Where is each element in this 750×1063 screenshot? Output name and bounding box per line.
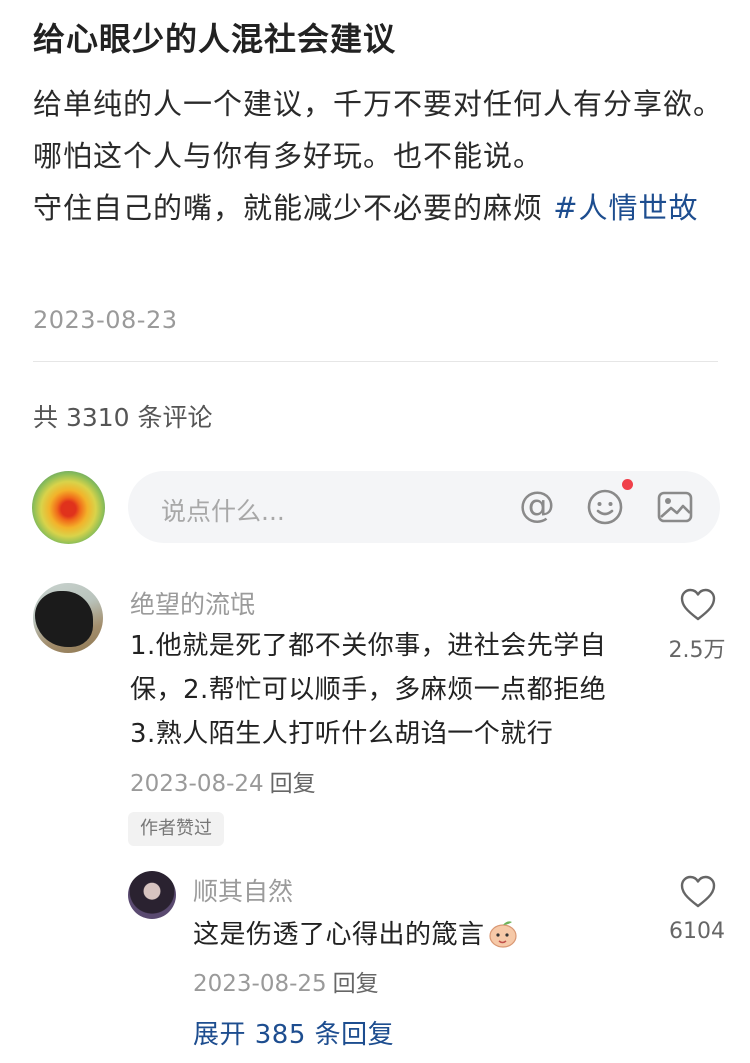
emoji-icon[interactable] [586, 488, 624, 526]
post-body-text-2: 守住自己的嘴，就能减少不必要的麻烦 [33, 191, 554, 225]
commenter-name[interactable]: 绝望的流氓 [130, 585, 255, 621]
comment-input[interactable]: 说点什么... @ [128, 471, 720, 543]
post-body-text-1: 给单纯的人一个建议，千万不要对任何人有分享欲。哪怕这个人与你有多好玩。也不能说。 [33, 87, 724, 173]
author-liked-badge: 作者赞过 [128, 812, 224, 846]
post-date: 2023-08-23 [33, 306, 178, 334]
reply-reply-button[interactable]: 回复 [333, 971, 379, 997]
comment-line-2: 3.熟人陌生人打听什么胡诌一个就行 [130, 719, 554, 749]
comment-count: 共 3310 条评论 [33, 403, 213, 432]
post-body: 给单纯的人一个建议，千万不要对任何人有分享欲。哪怕这个人与你有多好玩。也不能说。… [33, 78, 723, 234]
peach-emoji-icon [488, 921, 517, 948]
hashtag-link[interactable]: #人情世故 [553, 191, 698, 225]
reply-date: 2023-08-25 [193, 971, 327, 997]
post-title: 给心眼少的人混社会建议 [33, 20, 397, 58]
expand-replies-link[interactable]: 展开 385 条回复 [193, 1014, 394, 1051]
comment-input-placeholder: 说点什么... [161, 497, 285, 526]
comment-text: 1.他就是死了都不关你事，进社会先学自保，2.帮忙可以顺手，多麻烦一点都拒绝 3… [130, 624, 650, 756]
comment-line-1: 1.他就是死了都不关你事，进社会先学自保，2.帮忙可以顺手，多麻烦一点都拒绝 [130, 631, 607, 705]
like-count: 2.5万 [668, 638, 726, 663]
reply-button[interactable]: 回复 [270, 771, 316, 797]
divider [33, 361, 718, 362]
heart-icon[interactable] [680, 588, 716, 622]
reply-meta: 2023-08-25 回复 [193, 964, 379, 998]
reply-text-content: 这是伤透了心得出的箴言 [193, 920, 485, 950]
at-icon[interactable]: @ [518, 488, 556, 526]
comment-meta: 2023-08-24 回复 [130, 764, 316, 798]
reply-avatar[interactable] [128, 871, 176, 919]
image-icon[interactable] [656, 488, 694, 526]
comment-date: 2023-08-24 [130, 771, 264, 797]
reply-text: 这是伤透了心得出的箴言 [193, 914, 519, 951]
avatar[interactable] [32, 471, 105, 544]
reply-like-count: 6104 [669, 919, 725, 944]
commenter-avatar[interactable] [33, 583, 103, 653]
reply-heart-icon[interactable] [680, 875, 716, 909]
reply-author-name[interactable]: 顺其自然 [193, 872, 293, 908]
notification-dot [622, 479, 633, 490]
